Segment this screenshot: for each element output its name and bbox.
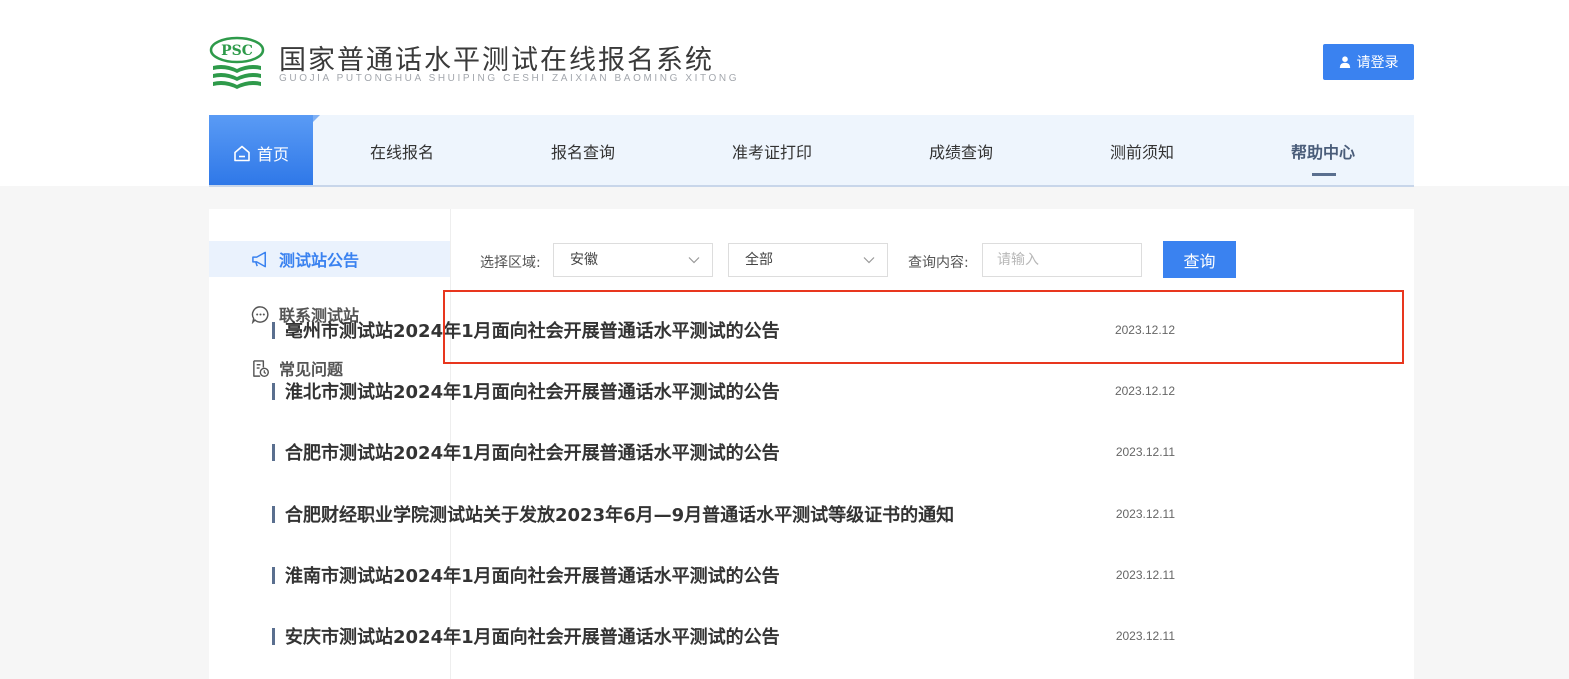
psc-logo[interactable]: PSC: [209, 36, 265, 90]
search-input[interactable]: [982, 243, 1142, 277]
nav-item-online-registration[interactable]: 在线报名: [349, 115, 455, 185]
nav-item-admission-ticket-print[interactable]: 准考证打印: [711, 115, 833, 185]
announcement-date: 2023.12.12: [1114, 384, 1175, 398]
nav-item-registration-query[interactable]: 报名查询: [530, 115, 636, 185]
announcement-item[interactable]: 合肥市测试站2024年1月面向社会开展普通话水平测试的公告 2023.12.11: [272, 432, 1175, 472]
announcement-item[interactable]: 合肥财经职业学院测试站关于发放2023年6月—9月普通话水平测试等级证书的通知 …: [272, 494, 1175, 534]
user-icon: [1339, 56, 1350, 68]
region-label: 选择区域:: [480, 255, 541, 271]
document-clock-icon: [253, 359, 270, 377]
announcement-date: 2023.12.11: [1115, 445, 1175, 459]
announcement-title[interactable]: 亳州市测试站2024年1月面向社会开展普通话水平测试的公告: [285, 317, 1115, 343]
announcement-date: 2023.12.11: [1115, 568, 1175, 582]
announcement-title[interactable]: 淮北市测试站2024年1月面向社会开展普通话水平测试的公告: [285, 378, 1115, 404]
announcement-item[interactable]: 淮北市测试站2024年1月面向社会开展普通话水平测试的公告 2023.12.12: [272, 371, 1175, 411]
announcement-marker: [272, 321, 275, 339]
announcement-title[interactable]: 合肥财经职业学院测试站关于发放2023年6月—9月普通话水平测试等级证书的通知: [285, 501, 1116, 527]
city-select[interactable]: 全部: [728, 243, 888, 277]
site-title: 国家普通话水平测试在线报名系统: [279, 45, 714, 76]
announcement-marker: [272, 443, 275, 461]
sidebar-item-label: 测试站公告: [279, 251, 360, 270]
home-icon: [234, 145, 250, 161]
announcement-item[interactable]: 亳州市测试站2024年1月面向社会开展普通话水平测试的公告 2023.12.12: [272, 310, 1175, 350]
logo-text: PSC: [221, 43, 253, 59]
announcement-date: 2023.12.11: [1115, 507, 1175, 521]
announcement-item[interactable]: 淮南市测试站2024年1月面向社会开展普通话水平测试的公告 2023.12.11: [272, 555, 1175, 595]
province-select-value: 安徽: [570, 252, 598, 268]
announcement-marker: [272, 566, 275, 584]
site-subtitle: GUOJIA PUTONGHUA SHUIPING CESHI ZAIXIAN …: [279, 73, 740, 84]
query-button[interactable]: 查询: [1163, 241, 1236, 278]
sidebar-item-test-station-notices[interactable]: 测试站公告: [209, 241, 450, 277]
announcement-title[interactable]: 淮南市测试站2024年1月面向社会开展普通话水平测试的公告: [285, 562, 1116, 588]
announcement-date: 2023.12.12: [1114, 323, 1175, 337]
megaphone-icon: [252, 251, 267, 267]
login-label: 请登录: [1356, 55, 1399, 71]
query-label: 查询内容:: [908, 255, 969, 271]
announcement-title[interactable]: 合肥市测试站2024年1月面向社会开展普通话水平测试的公告: [285, 439, 1116, 465]
nav-item-pre-test-notice[interactable]: 测前须知: [1089, 115, 1195, 185]
nav-item-score-query[interactable]: 成绩查询: [908, 115, 1014, 185]
announcement-title[interactable]: 安庆市测试站2024年1月面向社会开展普通话水平测试的公告: [285, 623, 1116, 649]
announcement-date: 2023.12.11: [1115, 629, 1175, 643]
nav-item-home[interactable]: 首页: [209, 115, 320, 185]
login-button[interactable]: 请登录: [1323, 44, 1414, 80]
nav-active-indicator: [1312, 173, 1336, 176]
announcement-marker: [272, 505, 275, 523]
chevron-down-icon: [688, 257, 700, 264]
main-nav: 首页 在线报名 报名查询 准考证打印 成绩查询 测前须知 帮助中心: [209, 115, 1414, 187]
province-select[interactable]: 安徽: [553, 243, 713, 277]
nav-label-home: 首页: [256, 145, 289, 164]
chevron-down-icon: [863, 257, 875, 264]
announcement-item[interactable]: 安庆市测试站2024年1月面向社会开展普通话水平测试的公告 2023.12.11: [272, 616, 1175, 656]
announcement-marker: [272, 382, 275, 400]
city-select-value: 全部: [745, 252, 773, 268]
announcement-marker: [272, 627, 275, 645]
site-header: PSC 国家普通话水平测试在线报名系统 GUOJIA PUTONGHUA SHU…: [209, 0, 1414, 112]
chat-bubble-icon: [251, 305, 269, 324]
